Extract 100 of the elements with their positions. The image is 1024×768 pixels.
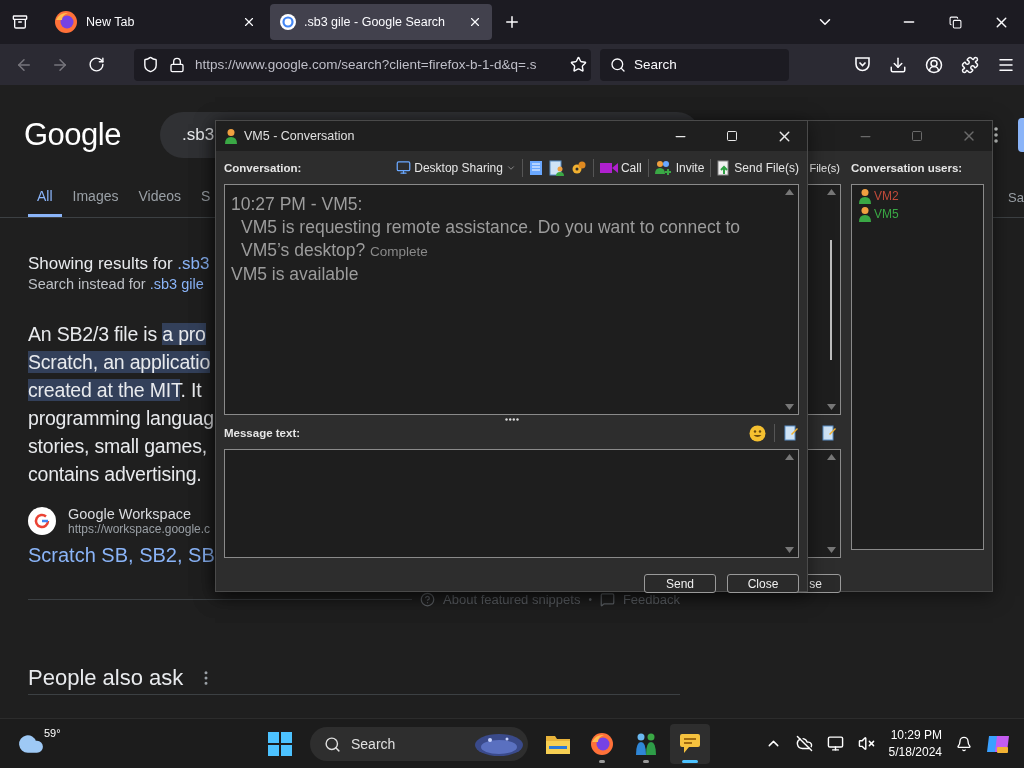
- users-label: Conversation users:: [851, 161, 963, 174]
- video-camera-icon: [599, 161, 618, 174]
- folder-icon: [545, 733, 571, 755]
- scroll-down-icon[interactable]: [784, 404, 794, 410]
- desktop-sharing-button[interactable]: Desktop Sharing: [396, 160, 516, 175]
- scroll-up-icon[interactable]: [784, 189, 794, 195]
- call-button[interactable]: Call: [599, 160, 642, 175]
- search-tab[interactable]: Videos: [129, 177, 191, 217]
- url-field[interactable]: https://www.google.com/search?client=firefox-b-1-d&q=.s: [134, 48, 591, 81]
- people-icon: [635, 731, 657, 757]
- close-button[interactable]: Close: [727, 574, 799, 593]
- google-logo[interactable]: Google: [24, 117, 160, 153]
- search-tab[interactable]: All: [28, 177, 62, 217]
- corrected-query-link[interactable]: .sb3: [177, 254, 210, 273]
- scroll-down-icon[interactable]: [826, 547, 836, 553]
- clock[interactable]: 10:29 PM 5/18/2024: [888, 726, 942, 761]
- search-tab[interactable]: Sa: [1008, 189, 1024, 205]
- download-icon[interactable]: [889, 55, 907, 74]
- network-icon[interactable]: [826, 735, 844, 752]
- new-tab-icon[interactable]: [503, 13, 521, 31]
- cloud-off-icon[interactable]: [795, 735, 813, 752]
- note-icon[interactable]: [783, 425, 799, 441]
- tab-list-icon[interactable]: [12, 14, 28, 30]
- google-icon: [280, 14, 296, 30]
- result-title-link[interactable]: Scratch SB, SB2, SB: [28, 544, 215, 567]
- scroll-thumb[interactable]: [830, 239, 832, 360]
- sign-in-button[interactable]: [1018, 118, 1024, 152]
- scroll-down-icon[interactable]: [784, 547, 794, 553]
- search-icon: [610, 56, 626, 73]
- original-query-link[interactable]: .sb3 gile: [149, 276, 204, 292]
- smiley-icon[interactable]: [749, 424, 766, 442]
- close-icon[interactable]: [468, 15, 482, 29]
- browser-tab[interactable]: .sb3 gile - Google Search: [270, 4, 492, 40]
- scroll-up-icon[interactable]: [826, 189, 836, 195]
- pocket-icon[interactable]: [853, 56, 871, 73]
- window-title: VM5 - Conversation: [244, 129, 355, 143]
- search-tab[interactable]: Images: [63, 177, 128, 217]
- search-highlight-drawing: [474, 731, 524, 757]
- contact-card-icon[interactable]: [548, 159, 565, 176]
- user-name: VM5: [874, 207, 899, 221]
- send-files-button[interactable]: File(s): [809, 161, 840, 174]
- person-icon: [858, 206, 872, 222]
- lock-icon[interactable]: [169, 56, 185, 73]
- add-people-icon: [654, 159, 673, 176]
- firefox-icon: [590, 732, 614, 756]
- notification-icon[interactable]: [956, 735, 972, 752]
- monitor-icon: [396, 160, 412, 175]
- restore-icon[interactable]: [948, 15, 962, 29]
- message-label: Message text:: [224, 427, 301, 439]
- section-heading: People also ask: [28, 664, 184, 691]
- gears-icon[interactable]: [570, 159, 587, 176]
- browser-tab[interactable]: New Tab: [44, 4, 266, 40]
- taskbar-app[interactable]: [670, 724, 710, 764]
- reload-icon[interactable]: [87, 56, 105, 73]
- source-name: Google Workspace: [68, 506, 193, 522]
- search-field[interactable]: Search: [600, 48, 789, 81]
- extensions-icon[interactable]: [961, 55, 979, 74]
- user-item[interactable]: VM5: [858, 206, 977, 222]
- conversation-label: Conversation:: [224, 161, 302, 174]
- search-icon: [324, 735, 341, 753]
- showing-results-text: Showing results for .sb3: [28, 254, 210, 274]
- search-tab[interactable]: S: [192, 177, 220, 217]
- person-icon: [224, 128, 238, 144]
- notebook-icon[interactable]: [528, 159, 543, 176]
- source-url: https://workspace.google.c: [68, 522, 211, 536]
- tab-title: New Tab: [86, 15, 136, 29]
- scroll-down-icon[interactable]: [826, 404, 836, 410]
- send-button[interactable]: Send: [644, 574, 716, 593]
- feedback-icon: [599, 591, 615, 607]
- snippet-line: programming languag: [28, 406, 214, 431]
- send-files-button[interactable]: Send File(s): [717, 159, 799, 176]
- firefox-icon: [54, 10, 78, 34]
- splitter-grip-icon[interactable]: [504, 417, 519, 421]
- shield-icon[interactable]: [142, 56, 159, 73]
- tab-title: .sb3 gile - Google Search: [304, 15, 447, 29]
- scroll-up-icon[interactable]: [826, 454, 836, 460]
- url-text: https://www.google.com/search?client=firefox-b-1-d&q=.s: [195, 57, 538, 72]
- snippet-line: contains advertising.: [28, 462, 202, 487]
- invite-button[interactable]: Invite: [654, 159, 705, 176]
- temperature: 59°: [44, 726, 61, 739]
- bookmark-star-icon[interactable]: [570, 56, 587, 73]
- search-placeholder: Search: [634, 57, 677, 72]
- note-icon[interactable]: [821, 425, 837, 441]
- close-icon[interactable]: [242, 15, 256, 29]
- windows-icon: [268, 732, 292, 756]
- taskbar-search[interactable]: Search: [310, 727, 528, 761]
- status-notice: VM5 is available: [231, 263, 360, 286]
- search-placeholder: Search: [351, 736, 396, 752]
- file-upload-icon: [717, 159, 732, 176]
- account-icon[interactable]: [925, 55, 943, 74]
- more-icon[interactable]: [994, 127, 998, 143]
- message-field[interactable]: [224, 449, 799, 558]
- snippet-line: created at the MIT. It: [28, 378, 202, 403]
- google-g-icon: [28, 507, 56, 535]
- separator-dot: •: [588, 593, 592, 605]
- message-header: 10:27 PM - VM5:: [231, 193, 364, 216]
- speaker-muted-icon[interactable]: [857, 735, 875, 752]
- scroll-up-icon[interactable]: [784, 454, 794, 460]
- help-icon: [420, 591, 436, 607]
- user-name: VM2: [874, 189, 899, 203]
